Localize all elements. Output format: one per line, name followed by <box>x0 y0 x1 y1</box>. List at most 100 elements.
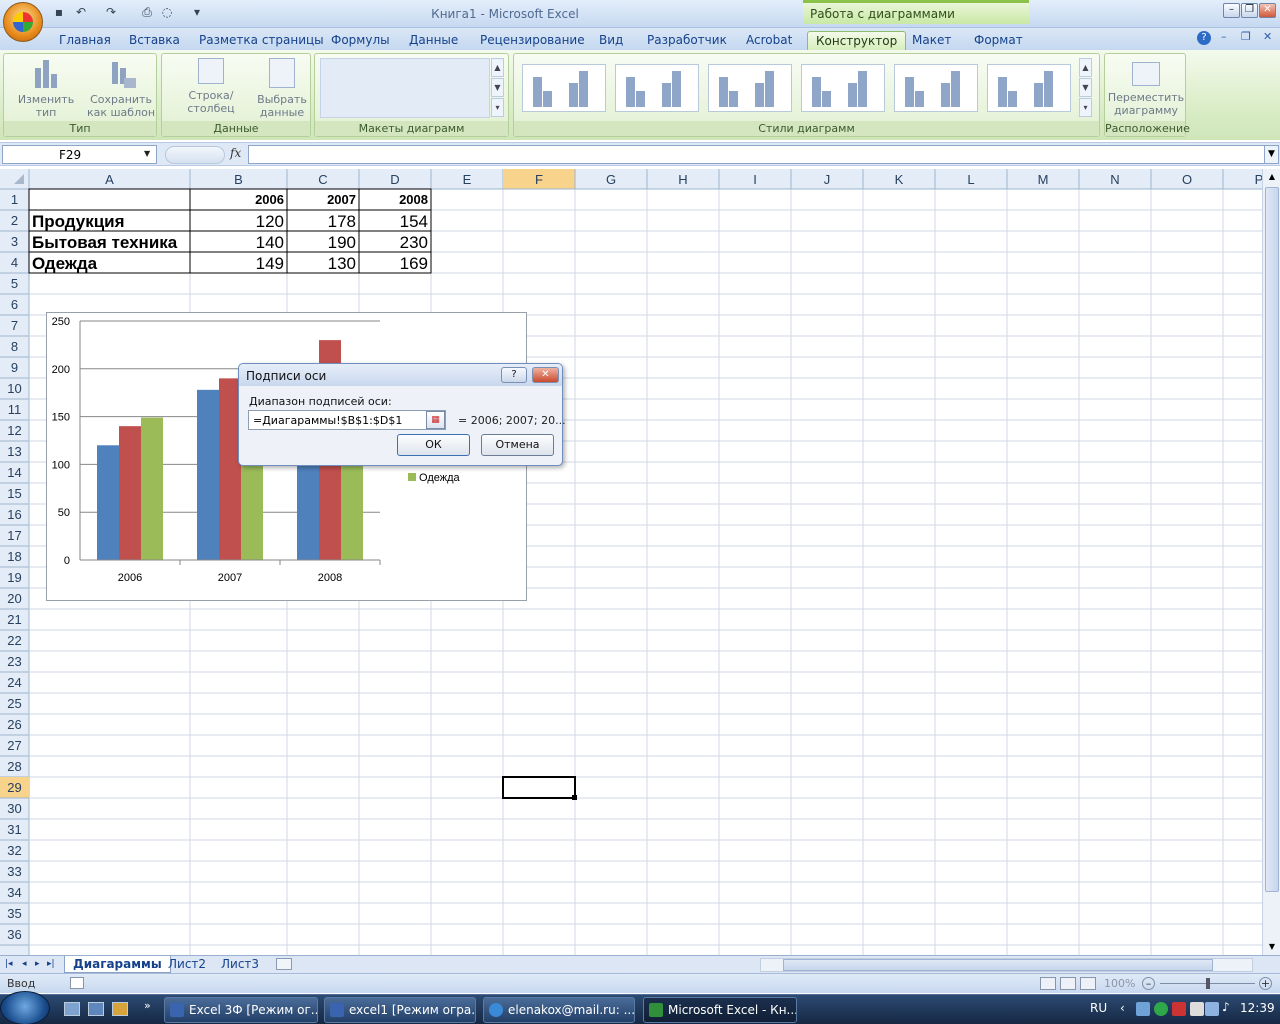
zoom-in-icon[interactable]: + <box>1259 977 1272 990</box>
row-header-10[interactable]: 10 <box>7 381 21 396</box>
tab-data[interactable]: Данные <box>409 31 458 50</box>
last-sheet-icon[interactable]: ▸| <box>47 956 55 973</box>
row-header-33[interactable]: 33 <box>7 864 21 879</box>
next-sheet-icon[interactable]: ▸ <box>35 956 40 973</box>
tab-format[interactable]: Формат <box>974 31 1023 50</box>
first-sheet-icon[interactable]: |◂ <box>5 956 13 973</box>
tab-acrobat[interactable]: Acrobat <box>746 31 792 50</box>
clock[interactable]: 12:39 <box>1240 1001 1275 1015</box>
row-header-28[interactable]: 28 <box>7 759 21 774</box>
sheet-tab-3[interactable]: Лист3 <box>221 956 259 973</box>
active-cell-F29[interactable] <box>502 776 576 799</box>
row-label-cell[interactable]: Продукция <box>32 212 125 231</box>
axis-label-range-input[interactable]: =Диагараммы!$B$1:$D$1 <box>248 410 446 430</box>
tab-layout[interactable]: Макет <box>912 31 951 50</box>
sheet-tab-diagrams[interactable]: Диагараммы <box>64 956 171 973</box>
row-header-2[interactable]: 2 <box>11 213 18 228</box>
row-header-21[interactable]: 21 <box>7 612 21 627</box>
chart-style-2[interactable] <box>615 64 699 112</box>
name-box[interactable]: F29 <box>2 145 157 164</box>
row-header-14[interactable]: 14 <box>7 465 21 480</box>
normal-view-icon[interactable] <box>1040 977 1056 990</box>
volume-icon[interactable]: ♪ <box>1222 1000 1230 1014</box>
row-header-24[interactable]: 24 <box>7 675 21 690</box>
language-indicator[interactable]: RU <box>1090 1001 1107 1015</box>
name-box-dropdown-icon[interactable]: ▼ <box>144 149 150 158</box>
workbook-minimize-icon[interactable]: – <box>1221 30 1227 43</box>
row-header-11[interactable]: 11 <box>8 402 22 417</box>
vertical-scrollbar[interactable]: ▲ ▼ <box>1262 169 1280 955</box>
insert-function-icon[interactable]: fx <box>230 146 241 160</box>
save-as-template-button[interactable]: Сохранить как шаблон <box>86 58 156 119</box>
row-header-9[interactable]: 9 <box>11 360 18 375</box>
cancel-button[interactable]: Отмена <box>481 434 554 456</box>
row-header-25[interactable]: 25 <box>7 696 21 711</box>
antivirus-icon[interactable] <box>1154 1002 1168 1016</box>
zoom-slider-thumb[interactable] <box>1206 978 1210 989</box>
column-header-F[interactable]: F <box>535 172 543 187</box>
expand-formula-icon[interactable]: ▼ <box>1264 145 1279 164</box>
collapse-dialog-icon[interactable]: ▦ <box>426 411 445 429</box>
restore-icon[interactable]: ❐ <box>1241 3 1258 18</box>
more-quicklaunch-icon[interactable]: » <box>144 999 151 1012</box>
column-header-I[interactable]: I <box>753 172 757 187</box>
scroll-thumb[interactable] <box>1265 187 1279 892</box>
row-label-cell[interactable]: Бытовая техника <box>32 233 178 252</box>
value-cell[interactable]: 130 <box>328 254 356 273</box>
start-button[interactable] <box>0 991 50 1024</box>
security-icon[interactable] <box>1172 1002 1186 1016</box>
value-cell[interactable]: 120 <box>256 212 284 231</box>
row-header-8[interactable]: 8 <box>11 339 18 354</box>
zoom-level[interactable]: 100% <box>1104 977 1135 990</box>
column-header-O[interactable]: O <box>1182 172 1192 187</box>
tab-design[interactable]: Конструктор <box>807 31 907 50</box>
value-cell[interactable]: 169 <box>400 254 428 273</box>
chart-style-3[interactable] <box>708 64 792 112</box>
tray-expand-icon[interactable]: ‹ <box>1120 1001 1125 1015</box>
scroll-up-icon[interactable]: ▲ <box>1265 169 1279 185</box>
column-header-C[interactable]: C <box>318 172 327 187</box>
help-icon[interactable]: ? <box>1197 31 1211 45</box>
row-header-26[interactable]: 26 <box>7 717 21 732</box>
row-header-1[interactable]: 1 <box>11 192 18 207</box>
tab-review[interactable]: Рецензирование <box>480 31 585 50</box>
macro-record-icon[interactable] <box>70 977 84 989</box>
prev-sheet-icon[interactable]: ◂ <box>22 956 27 973</box>
row-header-17[interactable]: 17 <box>7 528 21 543</box>
value-cell[interactable]: 2006 <box>255 192 284 207</box>
row-header-23[interactable]: 23 <box>7 654 21 669</box>
tab-formulas[interactable]: Формулы <box>331 31 390 50</box>
quicklaunch-icon[interactable] <box>112 1002 128 1016</box>
workbook-close-icon[interactable]: ✕ <box>1263 30 1272 43</box>
column-header-M[interactable]: M <box>1038 172 1049 187</box>
fill-handle[interactable] <box>572 795 577 800</box>
row-label-cell[interactable]: Одежда <box>32 254 98 273</box>
move-chart-button[interactable]: Переместить диаграмму <box>1107 58 1185 117</box>
chart-style-1[interactable] <box>522 64 606 112</box>
switch-row-column-button[interactable]: Строка/столбец <box>166 58 256 115</box>
row-header-22[interactable]: 22 <box>7 633 21 648</box>
row-header-7[interactable]: 7 <box>11 318 18 333</box>
show-desktop-icon[interactable] <box>64 1002 80 1016</box>
bar-0-0[interactable] <box>97 445 119 560</box>
tab-view[interactable]: Вид <box>599 31 623 50</box>
h-scroll-thumb[interactable] <box>783 959 1213 971</box>
tab-page-layout[interactable]: Разметка страницы <box>199 31 324 50</box>
row-header-27[interactable]: 27 <box>7 738 21 753</box>
column-header-L[interactable]: L <box>967 172 974 187</box>
page-break-view-icon[interactable] <box>1080 977 1096 990</box>
chart-style-5[interactable] <box>894 64 978 112</box>
chart-style-6[interactable] <box>987 64 1071 112</box>
value-cell[interactable]: 2007 <box>327 192 356 207</box>
tab-home[interactable]: Главная <box>59 31 111 50</box>
row-header-18[interactable]: 18 <box>7 549 21 564</box>
row-header-19[interactable]: 19 <box>7 570 21 585</box>
value-cell[interactable]: 2008 <box>399 192 428 207</box>
tray-app-icon[interactable] <box>1190 1002 1204 1016</box>
row-header-13[interactable]: 13 <box>7 444 21 459</box>
column-header-N[interactable]: N <box>1110 172 1119 187</box>
close-icon[interactable]: ✕ <box>1259 3 1276 18</box>
row-header-12[interactable]: 12 <box>7 423 21 438</box>
insert-sheet-icon[interactable] <box>276 958 292 970</box>
formula-input[interactable] <box>248 145 1265 164</box>
